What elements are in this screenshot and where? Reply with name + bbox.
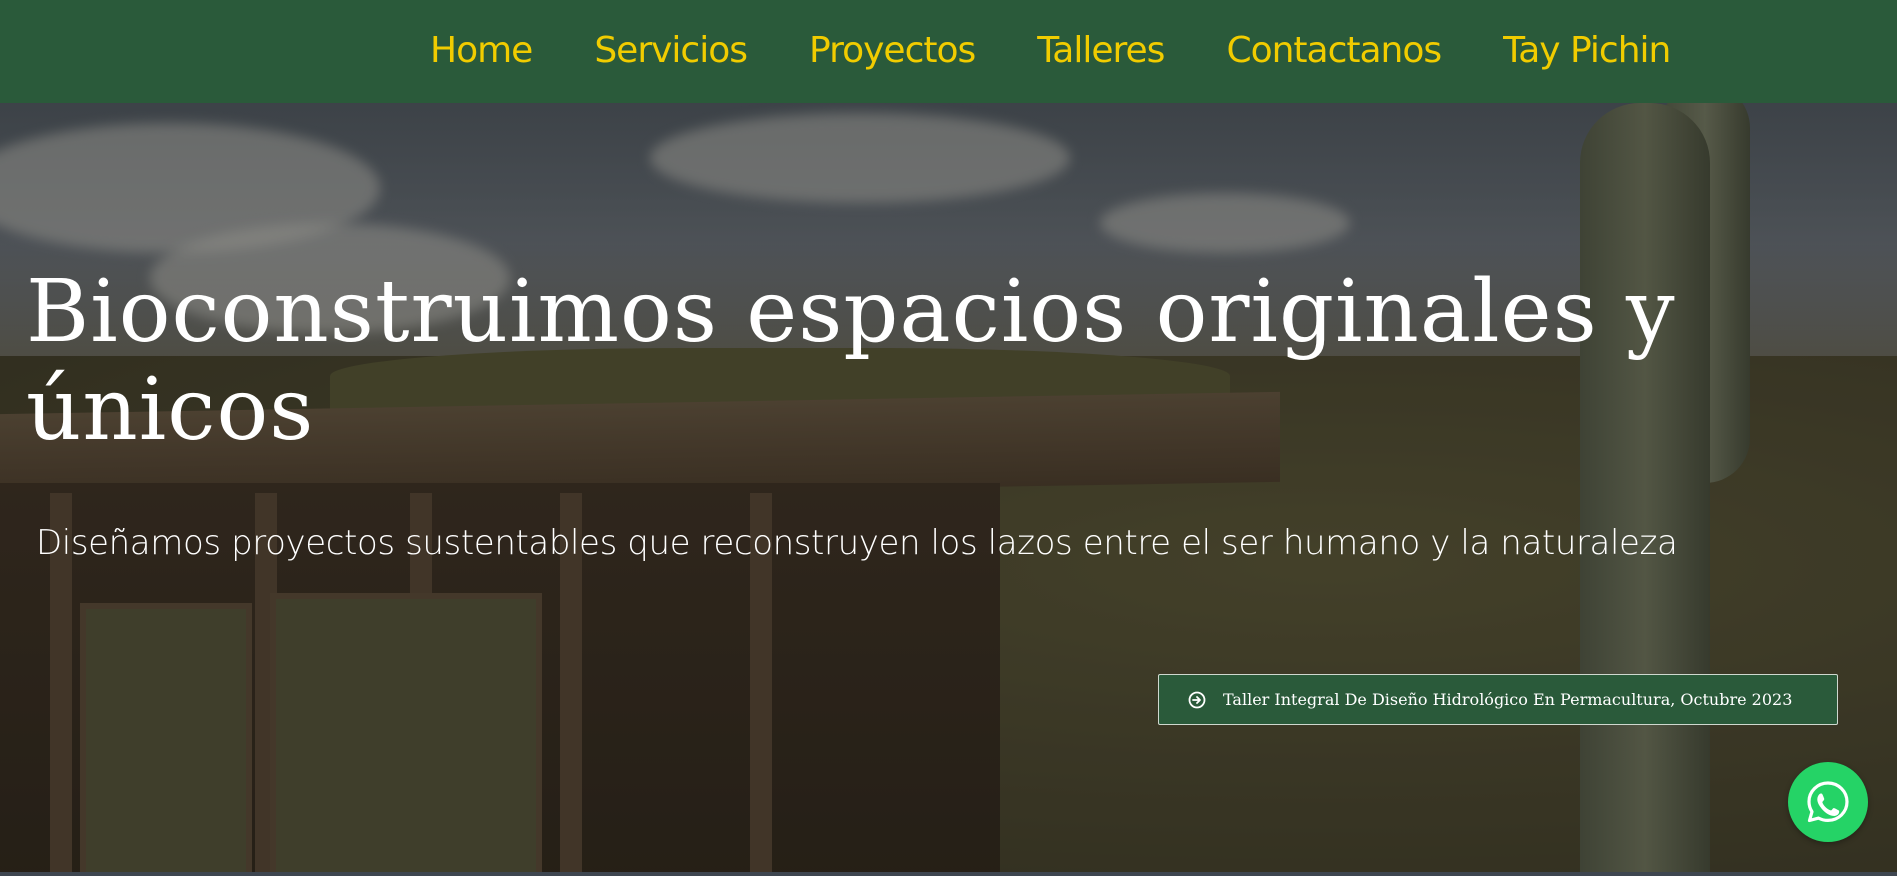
nav-item-contactanos[interactable]: Contactanos	[1226, 30, 1442, 71]
whatsapp-chat-button[interactable]	[1788, 762, 1868, 842]
top-navigation-bar: Home Servicios Proyectos Talleres Contac…	[0, 0, 1897, 103]
hero-background-image	[0, 103, 1897, 876]
whatsapp-icon	[1803, 777, 1853, 827]
nav-item-talleres[interactable]: Talleres	[1037, 30, 1165, 71]
workshop-cta-label: Taller Integral De Diseño Hidrológico En…	[1223, 690, 1793, 709]
arrow-circle-right-icon	[1188, 691, 1206, 709]
main-menu: Home Servicios Proyectos Talleres Contac…	[430, 0, 1671, 100]
nav-item-servicios[interactable]: Servicios	[594, 30, 748, 71]
nav-item-tay-pichin[interactable]: Tay Pichin	[1503, 30, 1671, 71]
bottom-edge-strip	[0, 872, 1897, 876]
nav-item-home[interactable]: Home	[430, 30, 533, 71]
nav-item-proyectos[interactable]: Proyectos	[809, 30, 976, 71]
hero-title: Bioconstruimos espacios originales y úni…	[26, 262, 1676, 460]
hero-section: Bioconstruimos espacios originales y úni…	[0, 103, 1897, 876]
hero-subtitle: Diseñamos proyectos sustentables que rec…	[36, 523, 1678, 563]
workshop-cta-button[interactable]: Taller Integral De Diseño Hidrológico En…	[1158, 674, 1838, 725]
hero-dark-overlay	[0, 103, 1897, 876]
